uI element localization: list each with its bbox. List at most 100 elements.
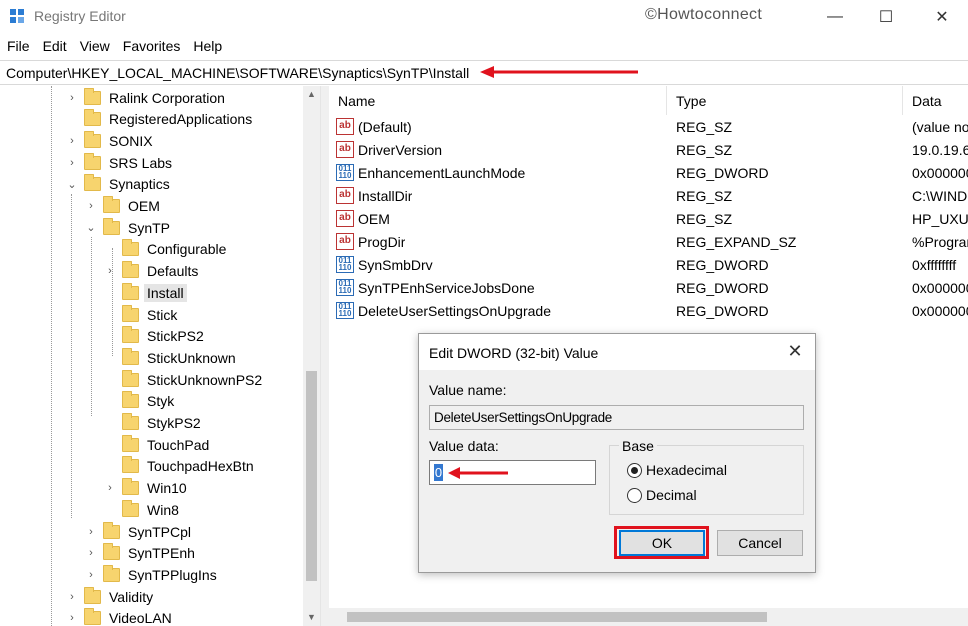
tree-vertical-scrollbar[interactable]: ▲ ▼ (303, 86, 320, 626)
tree-item-label[interactable]: SONIX (106, 132, 156, 150)
scroll-down-icon[interactable]: ▼ (303, 609, 320, 626)
tree-item[interactable]: Win8 (104, 499, 182, 520)
expander-icon[interactable]: › (66, 157, 78, 169)
tree-item-label[interactable]: Win10 (144, 479, 190, 497)
tree-item[interactable]: › SynTPEnh (85, 543, 198, 564)
tree-item-label[interactable]: Validity (106, 588, 156, 606)
menu-help[interactable]: Help (186, 34, 228, 60)
tree-item[interactable]: ⌄ Synaptics (66, 174, 173, 195)
tree-item[interactable]: StickUnknown (104, 347, 239, 368)
list-row[interactable]: 011 110 SynTPEnhServiceJobsDone REG_DWORD 0… (329, 277, 968, 300)
tree-item[interactable]: Configurable (104, 239, 229, 260)
tree-item-label[interactable]: Styk (144, 392, 177, 410)
tree-item-label[interactable]: Configurable (144, 240, 229, 258)
cancel-button[interactable]: Cancel (717, 530, 803, 556)
list-horizontal-scrollbar[interactable] (329, 608, 968, 626)
tree-item[interactable]: › Validity (66, 586, 156, 607)
tree-item-label[interactable]: Install (144, 283, 187, 302)
close-button[interactable]: ✕ (922, 4, 962, 30)
maximize-button[interactable]: ☐ (866, 4, 906, 30)
list-row[interactable]: abProgDir REG_EXPAND_SZ %Program (329, 231, 968, 254)
scrollbar-thumb[interactable] (347, 612, 767, 622)
dialog-close-icon[interactable]: ✕ (783, 340, 807, 364)
ok-button[interactable]: OK (619, 530, 705, 556)
tree-item[interactable]: StickPS2 (104, 326, 207, 347)
tree-item-label[interactable]: SRS Labs (106, 154, 175, 172)
tree-item[interactable]: › SynTPPlugIns (85, 564, 220, 585)
expander-icon[interactable]: ⌄ (85, 221, 97, 234)
scrollbar-thumb[interactable] (306, 371, 317, 581)
tree-item[interactable]: › VideoLAN (66, 608, 175, 626)
menu-favorites[interactable]: Favorites (116, 34, 187, 60)
list-row[interactable]: 011 110 EnhancementLaunchMode REG_DWORD 0x0… (329, 162, 968, 185)
tree-item[interactable]: ⌄ SynTP (85, 217, 173, 238)
tree-item-label[interactable]: Synaptics (106, 175, 173, 193)
expander-icon[interactable]: › (66, 612, 78, 624)
menu-file[interactable]: File (0, 34, 36, 60)
tree-item-label[interactable]: Defaults (144, 262, 201, 280)
address-path[interactable]: Computer\HKEY_LOCAL_MACHINE\SOFTWARE\Syn… (6, 65, 469, 81)
radio-unselected-icon[interactable] (627, 487, 642, 503)
tree-item-label[interactable]: RegisteredApplications (106, 110, 255, 128)
expander-icon[interactable]: ⌄ (66, 178, 78, 191)
tree-item-label[interactable]: OEM (125, 197, 163, 215)
tree-item-label[interactable]: VideoLAN (106, 609, 175, 626)
tree-item-label[interactable]: Win8 (144, 501, 182, 519)
tree-item-label[interactable]: SynTPCpl (125, 523, 194, 541)
tree-item-label[interactable]: SynTPEnh (125, 544, 198, 562)
column-header-data[interactable]: Data (903, 86, 968, 115)
expander-icon[interactable]: › (66, 92, 78, 104)
tree-item[interactable]: TouchPad (104, 434, 212, 455)
tree-item-label[interactable]: SynTP (125, 219, 173, 237)
tree-item-label[interactable]: SynTPPlugIns (125, 566, 220, 584)
radio-selected-icon[interactable] (627, 462, 642, 478)
hexadecimal-radio[interactable]: Hexadecimal (627, 462, 727, 478)
list-row[interactable]: abDriverVersion REG_SZ 19.0.19.63 (329, 139, 968, 162)
tree-item[interactable]: › OEM (85, 196, 163, 217)
list-row[interactable]: 011 110 SynSmbDrv REG_DWORD 0xffffffff (329, 254, 968, 277)
list-row[interactable]: ab InstallDir REG_SZ C:\WIND (329, 185, 968, 208)
expander-icon[interactable]: › (85, 547, 97, 559)
scroll-up-icon[interactable]: ▲ (303, 86, 320, 103)
list-row[interactable]: ab OEM REG_SZ HP_UXUI (329, 208, 968, 231)
tree-item[interactable]: StykPS2 (104, 413, 204, 434)
tree-item-label[interactable]: TouchpadHexBtn (144, 457, 257, 475)
tree-item[interactable]: StickUnknownPS2 (104, 369, 265, 390)
tree-item-label[interactable]: Stick (144, 306, 180, 324)
address-bar[interactable]: Computer\HKEY_LOCAL_MACHINE\SOFTWARE\Syn… (0, 60, 968, 85)
tree-item-label[interactable]: StickPS2 (144, 327, 207, 345)
column-header-type[interactable]: Type (667, 86, 903, 115)
expander-icon[interactable]: › (66, 591, 78, 603)
tree-item[interactable]: TouchpadHexBtn (104, 456, 257, 477)
tree-item-label[interactable]: StykPS2 (144, 414, 204, 432)
tree-item[interactable]: › Ralink Corporation (66, 87, 228, 108)
menu-view[interactable]: View (73, 34, 116, 60)
tree-item[interactable]: › SynTPCpl (85, 521, 194, 542)
expander-icon[interactable]: › (85, 200, 97, 212)
expander-icon[interactable]: › (104, 482, 116, 494)
tree-item-label[interactable]: TouchPad (144, 436, 212, 454)
value-data-text[interactable]: 0 (434, 464, 443, 481)
tree-item-label[interactable]: StickUnknownPS2 (144, 371, 265, 389)
minimize-button[interactable]: — (815, 4, 855, 30)
tree-item[interactable]: Install (104, 282, 187, 303)
pane-splitter[interactable] (321, 86, 329, 626)
list-row[interactable]: ab (Default) REG_SZ (value no (329, 116, 968, 139)
menu-edit[interactable]: Edit (36, 34, 73, 60)
tree-item[interactable]: › SONIX (66, 130, 156, 151)
tree-item[interactable]: › Win10 (104, 478, 190, 499)
column-header-name[interactable]: Name (329, 86, 667, 115)
tree-item-label[interactable]: Ralink Corporation (106, 89, 228, 107)
expander-icon[interactable]: › (85, 569, 97, 581)
tree-item[interactable]: › SRS Labs (66, 152, 175, 173)
tree-item[interactable]: › Defaults (104, 261, 201, 282)
expander-icon[interactable]: › (66, 135, 78, 147)
list-row[interactable]: 011 110 DeleteUserSettingsOnUpgrade REG_DW… (329, 300, 968, 323)
tree-item[interactable]: RegisteredApplications (66, 109, 255, 130)
value-data-input[interactable]: 0 (429, 460, 596, 485)
tree-item-label[interactable]: StickUnknown (144, 349, 239, 367)
expander-icon[interactable]: › (104, 265, 116, 277)
expander-icon[interactable]: › (85, 526, 97, 538)
tree-item[interactable]: Stick (104, 304, 180, 325)
decimal-radio[interactable]: Decimal (627, 487, 697, 503)
